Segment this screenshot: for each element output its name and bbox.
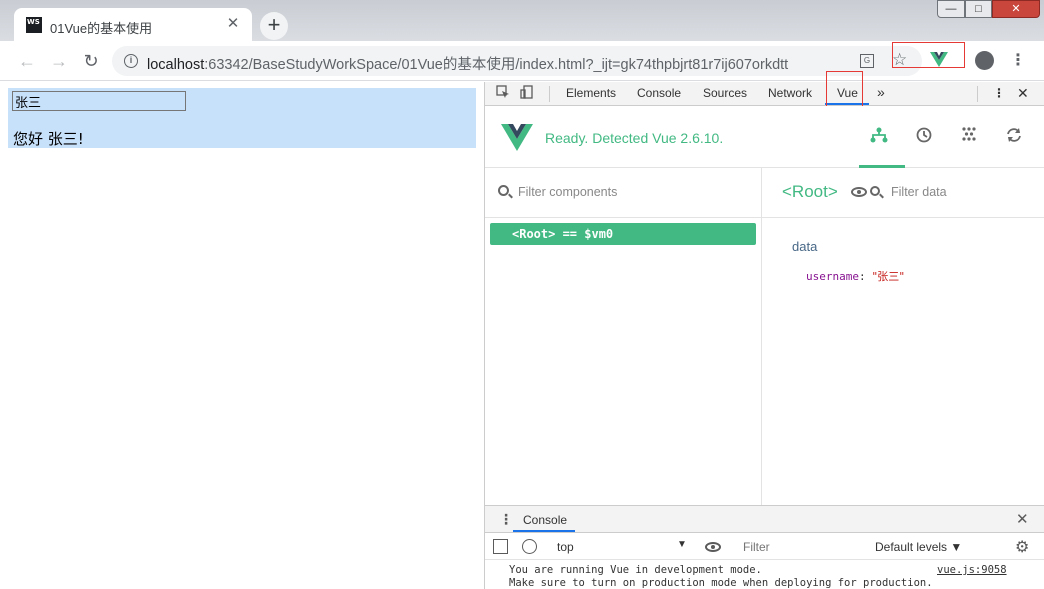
live-expression-eye-icon[interactable] [705,542,721,552]
greeting-text: 您好 张三! [13,130,84,148]
property-key: username [806,270,859,283]
browser-toolbar: ← → ↻ i localhost:63342/BaseStudyWorkSpa… [0,41,1044,81]
property-value[interactable]: "张三" [872,270,904,283]
tab-elements[interactable]: Elements [566,86,616,100]
console-message: You are running Vue in development mode. [509,564,762,576]
minimize-window-button[interactable]: — [937,0,965,18]
devtools-tab-bar: Elements Console Sources Network Vue » ⋮… [485,82,1044,106]
vue-logo-icon [501,124,533,154]
tab-strip: WS 01Vue的基本使用 ✕ + — □ ✕ [0,0,1044,41]
toolbar-divider [977,86,978,102]
vue-detected-status: Ready. Detected Vue 2.6.10. [545,130,724,146]
browser-tab[interactable]: WS 01Vue的基本使用 ✕ [14,8,252,41]
site-info-icon[interactable]: i [124,54,138,68]
search-icon [498,185,509,196]
new-tab-button[interactable]: + [260,12,288,40]
divider [762,217,1044,218]
components-tab-icon[interactable] [869,126,889,146]
tab-network[interactable]: Network [768,86,812,100]
vue-devtools-extension-icon[interactable] [930,52,948,70]
translate-icon[interactable]: G [860,54,874,68]
inspect-element-icon[interactable] [495,85,511,101]
username-input[interactable] [12,91,186,111]
console-sidebar-icon[interactable] [493,539,508,554]
vue-devtools-header: Ready. Detected Vue 2.6.10. [485,106,1044,168]
page-viewport: 您好 张三! [0,82,484,589]
component-filter-bar[interactable]: Filter components [485,168,762,218]
close-drawer-icon[interactable]: ✕ [1016,510,1029,528]
component-data-pane: <Root> Filter data data username: "张三" [762,168,1044,505]
forward-button[interactable]: → [48,50,70,72]
profile-avatar-icon[interactable] [975,51,994,70]
tab-sources[interactable]: Sources [703,86,747,100]
data-property-row[interactable]: username: "张三" [806,268,904,284]
drawer-menu-icon[interactable]: ⋮ [499,511,513,528]
search-icon [870,186,880,196]
selected-component-title: <Root> [782,182,838,201]
url-host: localhost [147,57,205,73]
drawer-tab-console[interactable]: Console [523,513,567,527]
close-window-button[interactable]: ✕ [992,0,1040,18]
maximize-window-button[interactable]: □ [965,0,992,18]
reload-button[interactable]: ↻ [80,50,102,72]
device-toolbar-icon[interactable] [519,85,535,101]
filter-data-placeholder[interactable]: Filter data [891,185,947,199]
context-select[interactable]: top [557,540,574,554]
refresh-icon[interactable] [1004,126,1024,146]
drawer-tab-bar: ⋮ Console ✕ [485,506,1044,533]
log-levels-dropdown[interactable]: Default levels ▼ [875,540,962,554]
vue-extension-highlight-box [892,42,965,68]
component-tree-pane: Filter components <Root> == $vm0 [485,168,762,505]
address-bar[interactable]: i localhost:63342/BaseStudyWorkSpace/01V… [112,46,922,76]
console-message: Make sure to turn on production mode whe… [509,577,933,589]
vuex-tab-icon[interactable] [959,126,979,146]
tab-console[interactable]: Console [637,86,681,100]
data-section-label[interactable]: data [792,239,817,254]
console-source-link[interactable]: vue.js:9058 [937,564,1007,576]
console-drawer: ⋮ Console ✕ top ▼ Default levels ▼ ⚙ You… [485,505,1044,589]
console-toolbar: top ▼ Default levels ▼ ⚙ [485,533,1044,560]
close-devtools-icon[interactable]: ✕ [1017,85,1029,102]
url-path: :63342/BaseStudyWorkSpace/01Vue的基本使用/ind… [204,57,789,73]
drawer-active-indicator [513,530,575,532]
more-tabs-icon[interactable]: » [877,84,885,100]
url-text[interactable]: localhost:63342/BaseStudyWorkSpace/01Vue… [147,53,788,74]
filter-components-placeholder[interactable]: Filter components [518,185,617,199]
close-tab-icon[interactable]: ✕ [224,15,242,33]
browser-menu-icon[interactable]: ⋮ [1010,50,1026,70]
back-button[interactable]: ← [16,50,38,72]
clear-console-icon[interactable] [522,539,537,554]
tab-title: 01Vue的基本使用 [50,21,153,36]
webstorm-favicon-icon: WS [26,17,42,33]
devtools-menu-icon[interactable]: ⋮ [993,86,1005,100]
devtools-panel: Elements Console Sources Network Vue » ⋮… [484,71,1044,589]
tab-divider [549,86,550,102]
history-tab-icon[interactable] [914,126,934,146]
console-filter-input[interactable] [737,538,867,555]
root-component-row[interactable]: <Root> == $vm0 [490,223,756,245]
gear-icon[interactable]: ⚙ [1015,537,1029,557]
chevron-down-icon[interactable]: ▼ [677,539,687,550]
eye-icon[interactable] [851,187,867,197]
